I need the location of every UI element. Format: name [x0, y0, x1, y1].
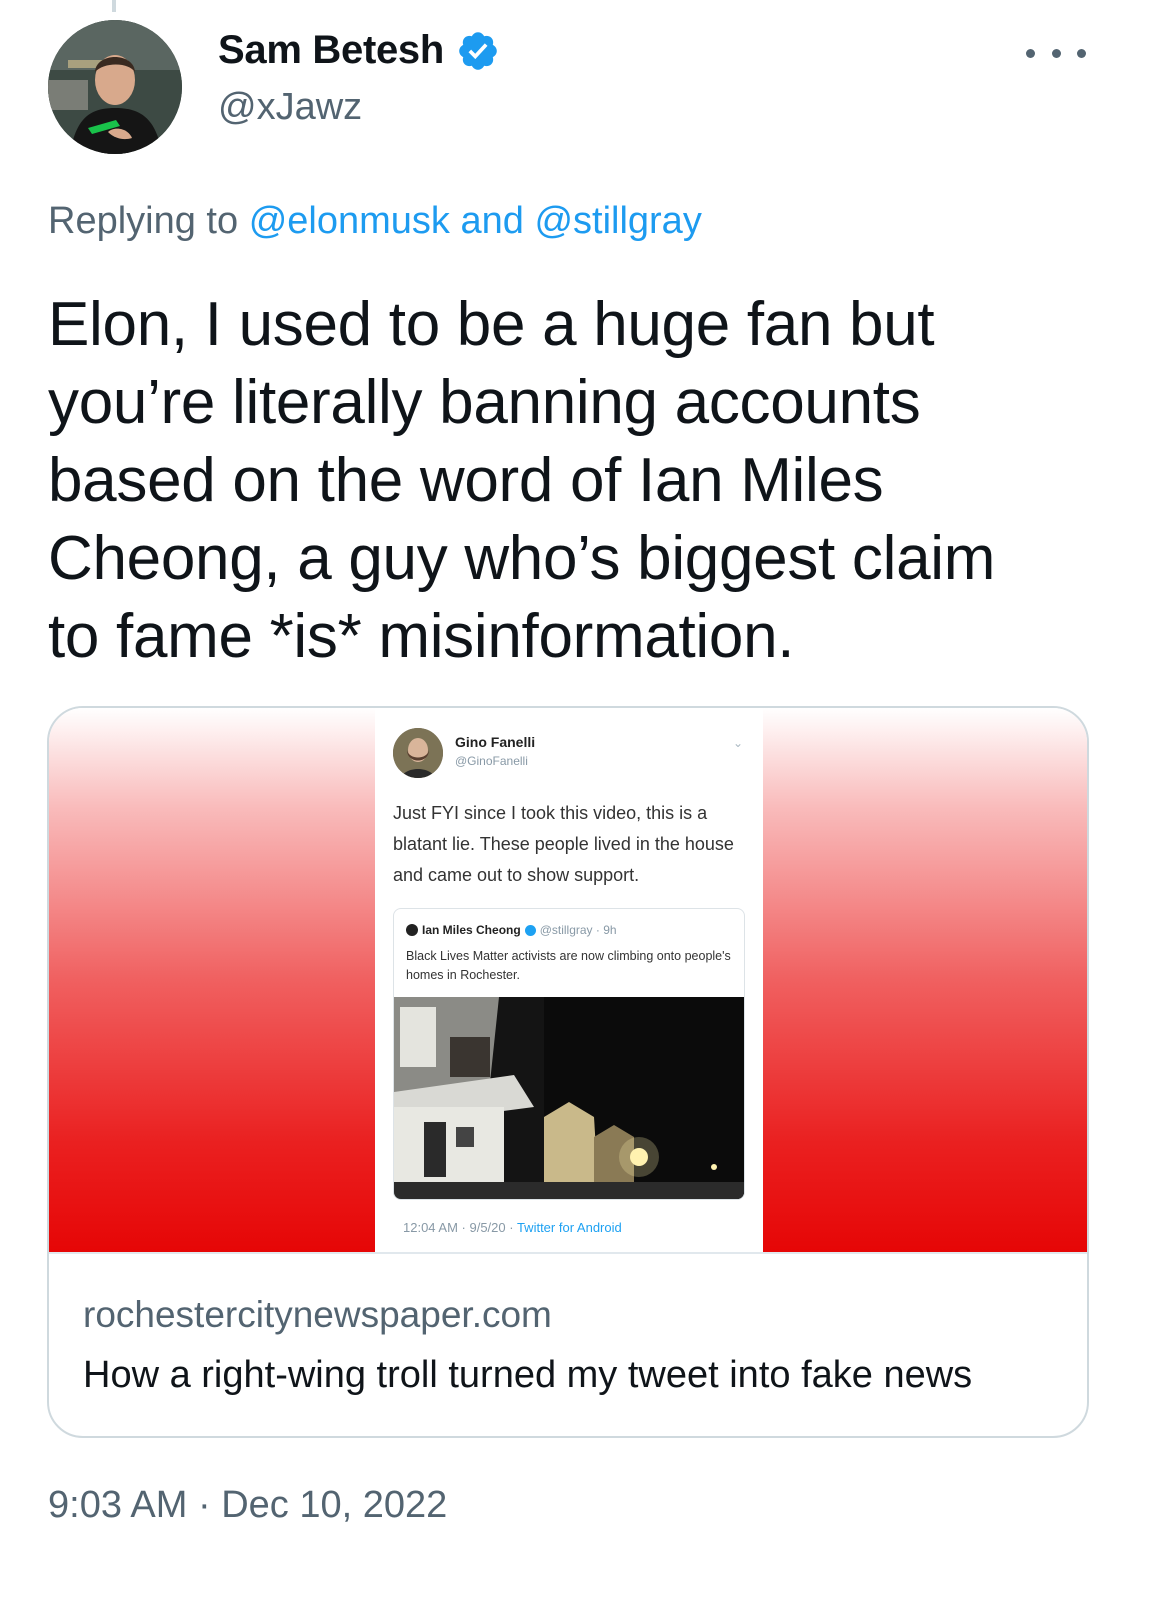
card-title: How a right-wing troll turned my tweet i…: [83, 1354, 973, 1396]
more-dot: [1077, 48, 1086, 58]
link-preview-card[interactable]: Gino Fanelli @GinoFanelli ⌄ Just FYI sin…: [47, 706, 1089, 1438]
replying-prefix: Replying to: [48, 200, 239, 242]
replying-to-line: Replying to @elonmusk and @stillgray: [48, 200, 702, 243]
quoted-meta: @stillgray · 9h: [539, 923, 617, 937]
quoted-photo-night-house: [394, 997, 744, 1199]
embedded-tweet-meta: 12:04 AM · 9/5/20 · Twitter for Android: [403, 1220, 622, 1235]
quoted-tweet-text: Black Lives Matter activists are now cli…: [406, 949, 731, 982]
more-dot: [1026, 48, 1035, 58]
more-options-icon[interactable]: [1026, 38, 1086, 68]
more-dot: [1051, 48, 1061, 58]
embedded-author-handle: @GinoFanelli: [455, 754, 528, 768]
quoted-tweet: Ian Miles Cheong @stillgray · 9h Black L…: [393, 908, 745, 1200]
avatar-photo: [48, 20, 182, 154]
verified-badge-icon: [459, 31, 497, 70]
quoted-verified-icon: [524, 924, 536, 936]
mention-stillgray[interactable]: @stillgray: [534, 200, 701, 242]
embedded-tweet-text: Just FYI since I took this video, this i…: [393, 803, 734, 885]
quoted-avatar: [406, 924, 418, 936]
quoted-header: Ian Miles Cheong @stillgray · 9h: [406, 923, 617, 937]
embedded-timestamp: 12:04 AM · 9/5/20 ·: [403, 1220, 517, 1235]
mention-conjunction[interactable]: and: [460, 200, 523, 242]
embedded-avatar-photo: [393, 728, 443, 778]
embedded-avatar: [393, 728, 443, 778]
author-avatar[interactable]: [48, 20, 182, 154]
quoted-author-name: Ian Miles Cheong: [422, 923, 521, 937]
card-image: Gino Fanelli @GinoFanelli ⌄ Just FYI sin…: [49, 708, 1087, 1252]
thread-connector-line: [112, 0, 116, 12]
tweet-text: Elon, I used to be a huge fan but you’re…: [48, 290, 996, 671]
embedded-tweet-screenshot: Gino Fanelli @GinoFanelli ⌄ Just FYI sin…: [375, 708, 763, 1252]
tweet-timestamp[interactable]: 9:03 AM · Dec 10, 2022: [48, 1484, 447, 1527]
mention-elonmusk[interactable]: @elonmusk: [249, 200, 450, 242]
author-name-row: Sam Betesh: [218, 28, 500, 73]
card-domain: rochestercitynewspaper.com: [83, 1294, 552, 1335]
author-display-name[interactable]: Sam Betesh: [218, 28, 444, 73]
author-handle[interactable]: @xJawz: [218, 86, 362, 129]
embedded-source: Twitter for Android: [516, 1220, 622, 1235]
card-footer[interactable]: rochestercitynewspaper.com How a right-w…: [49, 1252, 1087, 1436]
embedded-chevron-icon: ⌄: [732, 736, 743, 750]
embedded-author-name: Gino Fanelli: [455, 734, 536, 750]
